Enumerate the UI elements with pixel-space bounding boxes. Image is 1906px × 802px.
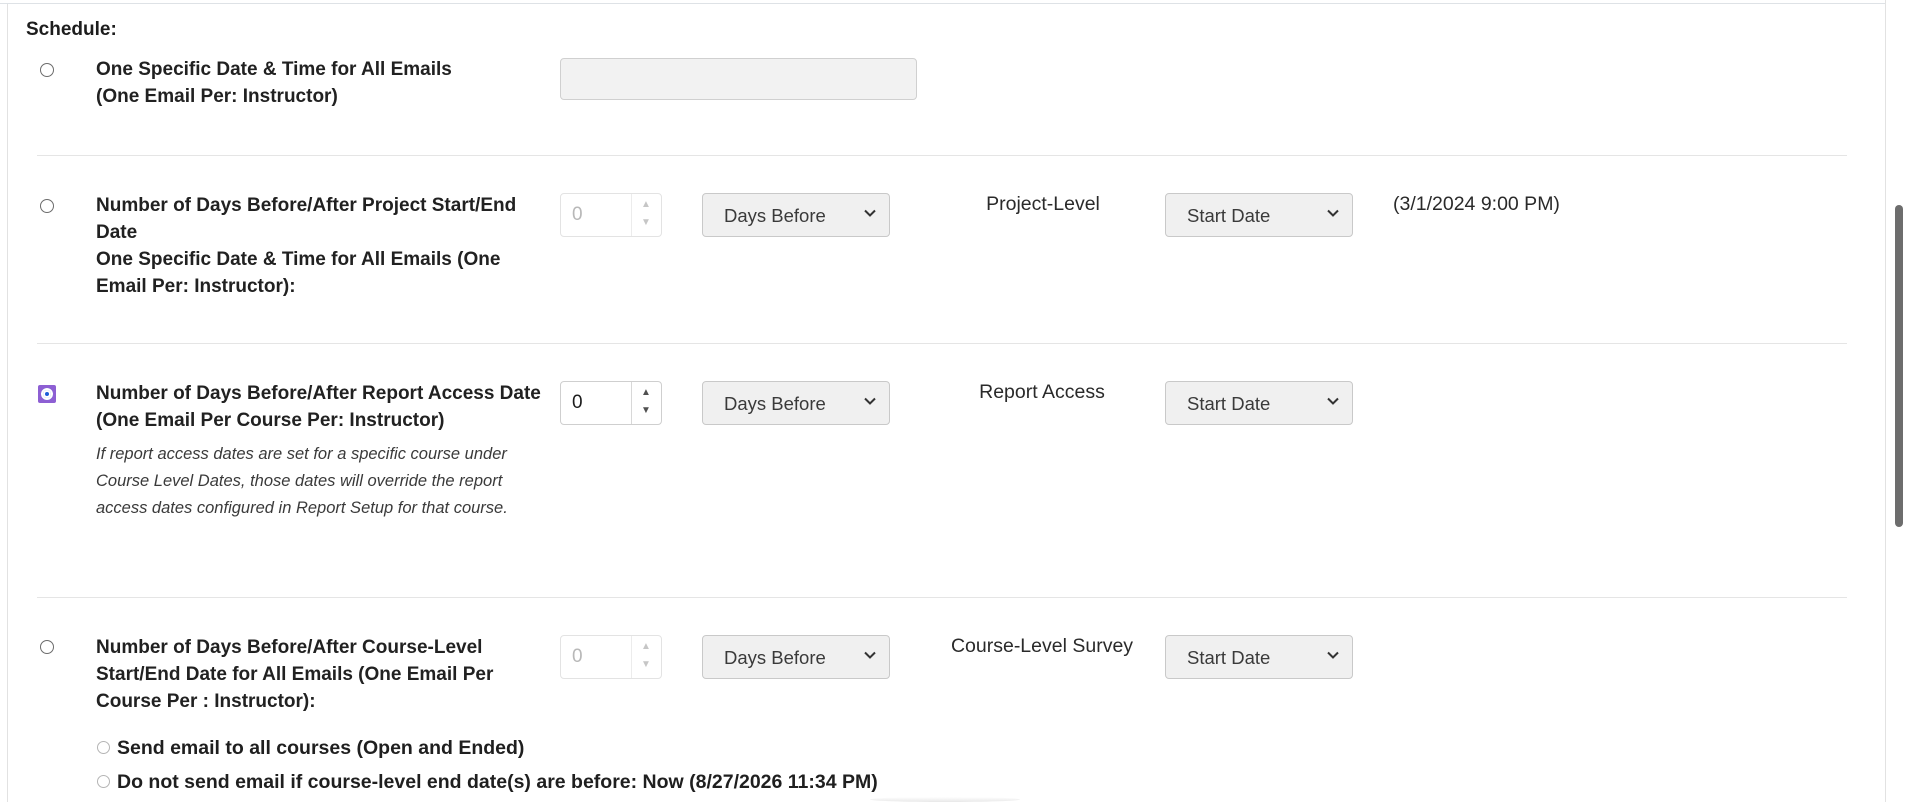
radio-project-start-end[interactable]: [40, 199, 54, 213]
label-line: Start/End Date for All Emails (One Email…: [96, 664, 494, 685]
right-border: [1885, 0, 1886, 802]
days-value: 0: [572, 204, 583, 225]
specific-datetime-input[interactable]: [560, 58, 917, 100]
top-border: [0, 3, 1886, 4]
date-type-value: Start Date: [1187, 205, 1271, 226]
direction-value: Days Before: [724, 393, 826, 414]
scrollbar-thumb[interactable]: [1895, 205, 1903, 527]
send-all-courses-label: Send email to all courses (Open and Ende…: [117, 737, 525, 759]
report-access-date-type-select[interactable]: Start Date: [1165, 381, 1353, 425]
direction-value: Days Before: [724, 647, 826, 668]
label-line: One Specific Date & Time for All Emails …: [96, 249, 501, 270]
course-level-survey-label: Course-Level Survey: [950, 635, 1134, 657]
project-computed-date: (3/1/2024 9:00 PM): [1393, 193, 1560, 215]
chevron-down-icon: [1327, 651, 1339, 659]
divider: [37, 343, 1847, 344]
option-project-start-end-label: Number of Days Before/After Project Star…: [96, 192, 556, 300]
project-direction-select[interactable]: Days Before: [702, 193, 890, 237]
stepper-buttons: ▲ ▼: [631, 382, 663, 424]
divider: [37, 597, 1847, 598]
option-report-access-label: Number of Days Before/After Report Acces…: [96, 380, 556, 434]
days-value: 0: [572, 646, 583, 667]
radio-report-access-date[interactable]: [38, 385, 56, 403]
report-access-days-stepper[interactable]: 0 ▲ ▼: [560, 381, 662, 425]
chevron-down-icon: [1327, 209, 1339, 217]
course-level-days-stepper[interactable]: 0 ▲ ▼: [560, 635, 662, 679]
chevron-down-icon: [864, 209, 876, 217]
note-line: Course Level Dates, those dates will ove…: [96, 472, 503, 490]
stepper-buttons: ▲ ▼: [631, 636, 663, 678]
label-line: (One Email Per: Instructor): [96, 86, 338, 107]
date-type-value: Start Date: [1187, 647, 1271, 668]
caret-up-icon[interactable]: ▲: [641, 387, 651, 398]
caret-down-icon[interactable]: ▼: [641, 405, 651, 416]
label-line: Number of Days Before/After Course-Level: [96, 637, 483, 658]
stepper-buttons: ▲ ▼: [631, 194, 663, 236]
label-line: Number of Days Before/After Report Acces…: [96, 383, 541, 404]
project-level-label: Project-Level: [986, 193, 1100, 215]
report-access-level-label: Report Access: [979, 381, 1105, 403]
caret-down-icon[interactable]: ▼: [641, 217, 651, 228]
project-days-stepper[interactable]: 0 ▲ ▼: [560, 193, 662, 237]
report-access-direction-select[interactable]: Days Before: [702, 381, 890, 425]
chevron-down-icon: [864, 397, 876, 405]
label-line: (One Email Per Course Per: Instructor): [96, 410, 445, 431]
chevron-down-icon: [1327, 397, 1339, 405]
project-date-type-select[interactable]: Start Date: [1165, 193, 1353, 237]
caret-down-icon[interactable]: ▼: [641, 659, 651, 670]
caret-up-icon[interactable]: ▲: [641, 199, 651, 210]
note-line: If report access dates are set for a spe…: [96, 445, 507, 463]
date-type-value: Start Date: [1187, 393, 1271, 414]
course-level-direction-select[interactable]: Days Before: [702, 635, 890, 679]
days-value: 0: [572, 392, 583, 413]
skip-ended-courses-label: Do not send email if course-level end da…: [117, 771, 878, 793]
course-level-date-type-select[interactable]: Start Date: [1165, 635, 1353, 679]
divider: [37, 155, 1847, 156]
label-line: Number of Days Before/After Project Star…: [96, 195, 517, 216]
left-border: [7, 4, 8, 802]
direction-value: Days Before: [724, 205, 826, 226]
label-line: One Specific Date & Time for All Emails: [96, 59, 452, 80]
label-line: Date: [96, 222, 138, 243]
radio-skip-ended-courses[interactable]: [97, 775, 110, 788]
label-line: Email Per: Instructor):: [96, 276, 296, 297]
option-course-level-label: Number of Days Before/After Course-Level…: [96, 634, 556, 715]
chevron-down-icon: [864, 651, 876, 659]
schedule-heading: Schedule:: [26, 19, 117, 40]
radio-one-specific-date[interactable]: [40, 63, 54, 77]
label-line: Course Per : Instructor):: [96, 691, 316, 712]
note-line: access dates configured in Report Setup …: [96, 499, 508, 517]
radio-send-all-courses[interactable]: [97, 741, 110, 754]
caret-up-icon[interactable]: ▲: [641, 641, 651, 652]
radio-course-level-start-end[interactable]: [40, 640, 54, 654]
option-one-specific-date-label: One Specific Date & Time for All Emails …: [96, 56, 556, 110]
scroll-shadow: [870, 797, 1020, 802]
report-access-note: If report access dates are set for a spe…: [96, 441, 536, 522]
